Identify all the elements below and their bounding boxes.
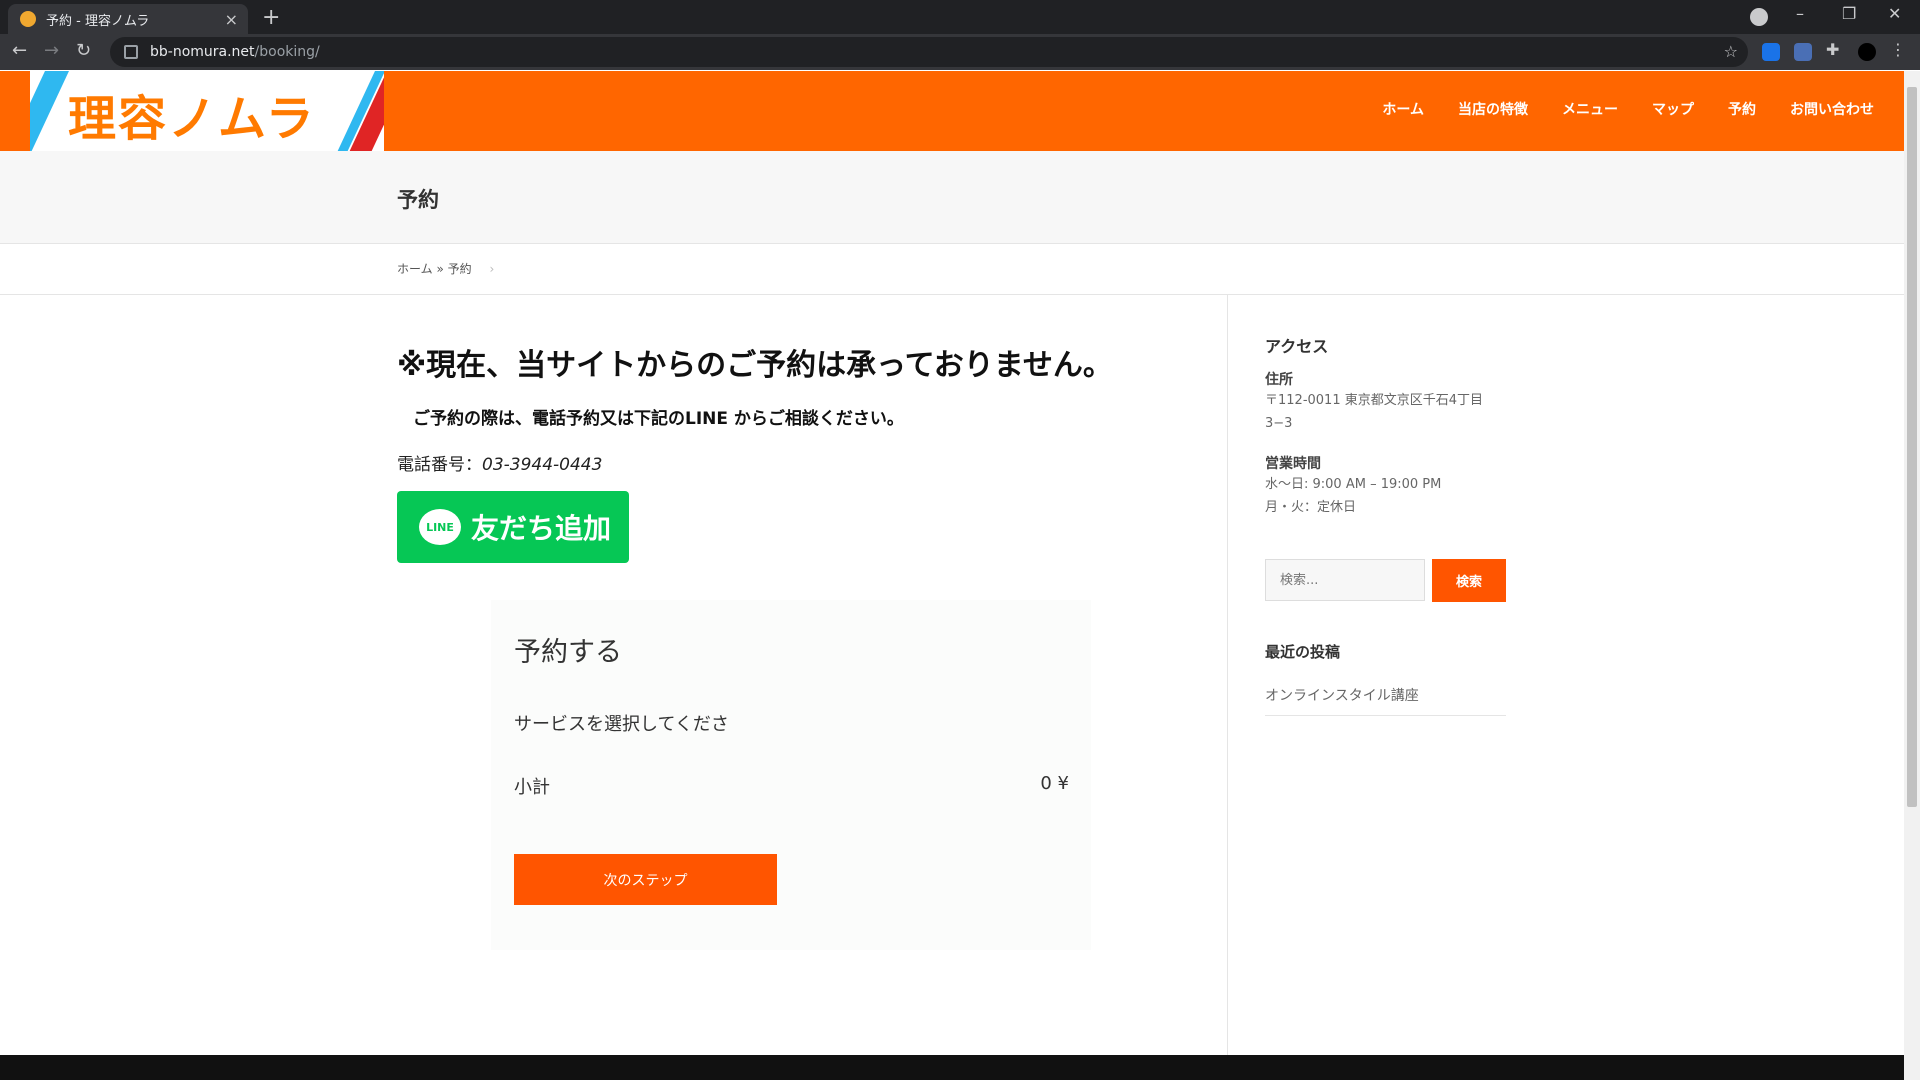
tab-search-icon[interactable] [1750, 8, 1768, 26]
nav-home[interactable]: ホーム [1382, 99, 1424, 119]
booking-notice-heading: ※現在、当サイトからのご予約は承っておりません。 [397, 348, 1113, 383]
address-line-2: 3−3 [1265, 416, 1293, 431]
reload-button[interactable]: ↻ [76, 40, 91, 61]
recent-posts-heading: 最近の投稿 [1265, 643, 1341, 661]
back-button[interactable]: ← [12, 40, 27, 61]
site-footer [0, 1055, 1904, 1080]
logo-text: 理容ノムラ [68, 91, 316, 147]
url-text: bb-nomura.net/booking/ [150, 44, 320, 60]
site-logo[interactable]: 理容ノムラ [30, 71, 384, 151]
page-scrollbar[interactable] [1904, 71, 1920, 1080]
lock-icon [124, 45, 138, 59]
subtotal-label: 小計 [514, 777, 550, 798]
bookmark-star-icon[interactable]: ☆ [1724, 42, 1738, 61]
address-line-1: 〒112-0011 東京都文京区千石4丁目 [1265, 393, 1483, 408]
browser-toolbar: ← → ↻ bb-nomura.net/booking/ ☆ ✚ ⋮ [0, 34, 1920, 70]
favicon-icon [20, 11, 36, 27]
search-button[interactable]: 検索 [1432, 559, 1506, 602]
page-title-bar: 予約 [0, 151, 1904, 244]
hours-line-1: 水〜日: 9:00 AM – 19:00 PM [1265, 477, 1442, 492]
hours-label: 営業時間 [1265, 456, 1321, 472]
browser-menu-icon[interactable]: ⋮ [1890, 40, 1908, 59]
extensions-puzzle-icon[interactable]: ✚ [1826, 40, 1844, 59]
sidebar-divider [1227, 295, 1228, 1055]
browser-tab-strip: 予約 - 理容ノムラ × + – ❐ ✕ [0, 0, 1920, 34]
main-navigation: ホーム 当店の特徴 メニュー マップ 予約 お問い合わせ [1382, 99, 1874, 119]
tab-close-icon[interactable]: × [225, 10, 238, 29]
nav-booking[interactable]: 予約 [1728, 99, 1756, 119]
line-logo-icon: LINE [419, 509, 461, 545]
phone-info: 電話番号：03-3944-0443 [397, 450, 602, 475]
phone-number: 03-3944-0443 [482, 455, 603, 475]
site-header: 理容ノムラ ホーム 当店の特徴 メニュー マップ 予約 お問い合わせ [0, 71, 1904, 151]
minimize-button[interactable]: – [1796, 4, 1804, 23]
breadcrumb: ホーム » 予約 › [0, 244, 1904, 295]
close-window-button[interactable]: ✕ [1888, 4, 1901, 23]
scrollbar-thumb[interactable] [1907, 87, 1917, 807]
next-step-button[interactable]: 次のステップ [514, 854, 777, 905]
browser-tab[interactable]: 予約 - 理容ノムラ × [8, 4, 248, 34]
subtotal-value: 0 ¥ [1040, 773, 1069, 794]
booking-sub-notice: ご予約の際は、電話予約又は下記のLINE からご相談ください。 [413, 409, 904, 429]
new-tab-button[interactable]: + [262, 5, 280, 30]
booking-widget: 予約する サービスを選択してくださ 小計 0 ¥ 次のステップ [491, 600, 1091, 950]
nav-contact[interactable]: お問い合わせ [1790, 99, 1874, 119]
restore-button[interactable]: ❐ [1842, 4, 1856, 23]
recent-post-link[interactable]: オンラインスタイル講座 [1265, 685, 1506, 716]
breadcrumb-current: 予約 [447, 262, 472, 276]
extension-download-icon[interactable] [1794, 43, 1812, 61]
hours-line-2: 月・火：定休日 [1265, 500, 1357, 515]
service-select-prompt[interactable]: サービスを選択してくださ [514, 710, 729, 736]
address-label: 住所 [1265, 372, 1293, 388]
breadcrumb-trail: ホーム » 予約 › [397, 260, 494, 277]
search-input[interactable] [1265, 559, 1425, 601]
extension-zoom-icon[interactable] [1762, 43, 1780, 61]
nav-map[interactable]: マップ [1652, 99, 1694, 119]
forward-button[interactable]: → [44, 40, 59, 61]
line-add-friend-button[interactable]: LINE 友だち追加 [397, 491, 629, 563]
nav-features[interactable]: 当店の特徴 [1458, 99, 1528, 119]
profile-avatar[interactable] [1858, 43, 1876, 61]
tab-title: 予約 - 理容ノムラ [46, 13, 150, 29]
breadcrumb-home-link[interactable]: ホーム [397, 262, 433, 276]
address-bar[interactable]: bb-nomura.net/booking/ ☆ [110, 37, 1748, 67]
page-title: 予約 [397, 188, 439, 212]
line-button-label: 友だち追加 [471, 512, 612, 545]
access-heading: アクセス [1265, 337, 1329, 356]
booking-title: 予約する [514, 637, 622, 668]
phone-label: 電話番号： [397, 455, 482, 475]
breadcrumb-separator: » [436, 262, 444, 276]
nav-menu[interactable]: メニュー [1562, 99, 1618, 119]
chevron-right-icon: › [489, 262, 495, 276]
